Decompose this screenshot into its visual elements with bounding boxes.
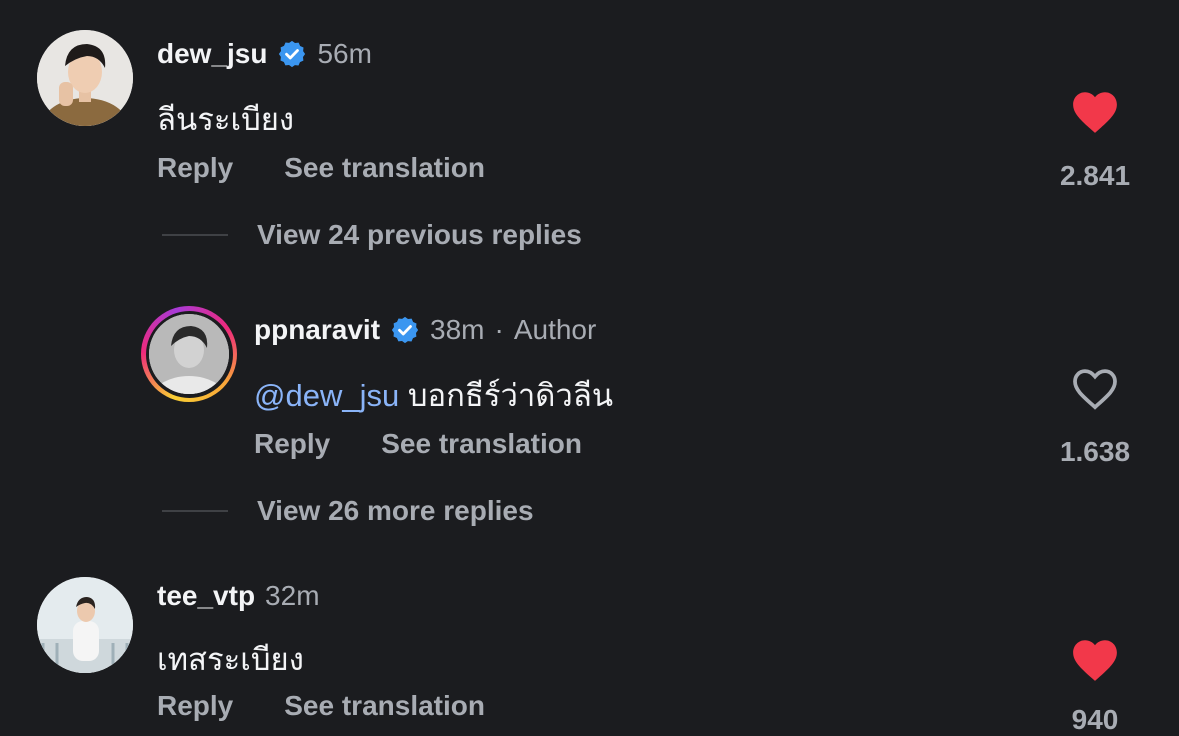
verified-badge-icon bbox=[279, 40, 306, 68]
comment-time: 32m bbox=[265, 580, 320, 611]
heart-filled-icon[interactable] bbox=[1070, 88, 1120, 134]
like-count: 940 bbox=[1071, 704, 1119, 735]
comment-time: 56m bbox=[317, 38, 372, 69]
avatar-dew-jsu-image bbox=[37, 30, 133, 126]
like-count: 2.841 bbox=[1059, 160, 1131, 191]
replies-divider bbox=[162, 510, 228, 512]
reply-time: 38m bbox=[430, 314, 485, 345]
reply-text: @dew_jsu บอกธีร์ว่าดิวลีน bbox=[254, 370, 613, 420]
avatar-tee-vtp-image bbox=[37, 577, 133, 673]
like-count: 1.638 bbox=[1059, 436, 1131, 467]
reply-body: บอกธีร์ว่าดิวลีน bbox=[407, 378, 614, 413]
avatar-tee-vtp[interactable] bbox=[37, 577, 133, 673]
see-translation-button[interactable]: See translation bbox=[381, 428, 582, 460]
comment-text: ลีนระเบียง bbox=[157, 102, 295, 137]
heart-outline-icon[interactable] bbox=[1070, 365, 1120, 411]
avatar-ppnaravit-story-ring[interactable] bbox=[141, 306, 237, 402]
replies-divider bbox=[162, 234, 228, 236]
avatar-dew-jsu[interactable] bbox=[37, 30, 133, 126]
view-more-replies-button[interactable]: View 26 more replies bbox=[257, 495, 534, 527]
see-translation-button[interactable]: See translation bbox=[284, 152, 485, 184]
comment-text: เทสระเบียง bbox=[157, 642, 304, 677]
reply-username[interactable]: ppnaravit bbox=[254, 314, 380, 346]
reply-button[interactable]: Reply bbox=[254, 428, 330, 460]
comment-username[interactable]: tee_vtp bbox=[157, 580, 255, 612]
meta-separator: · bbox=[494, 314, 504, 345]
heart-filled-icon[interactable] bbox=[1070, 636, 1120, 682]
avatar-ppnaravit-image bbox=[149, 314, 229, 394]
see-translation-button[interactable]: See translation bbox=[284, 690, 485, 722]
view-previous-replies-button[interactable]: View 24 previous replies bbox=[257, 219, 582, 251]
verified-badge-icon bbox=[391, 316, 419, 344]
mention-link[interactable]: @dew_jsu bbox=[254, 378, 399, 413]
reply-button[interactable]: Reply bbox=[157, 152, 233, 184]
author-label: Author bbox=[513, 314, 597, 345]
avatar-ppnaravit bbox=[149, 314, 229, 394]
comment-username[interactable]: dew_jsu bbox=[157, 38, 267, 70]
reply-button[interactable]: Reply bbox=[157, 690, 233, 722]
